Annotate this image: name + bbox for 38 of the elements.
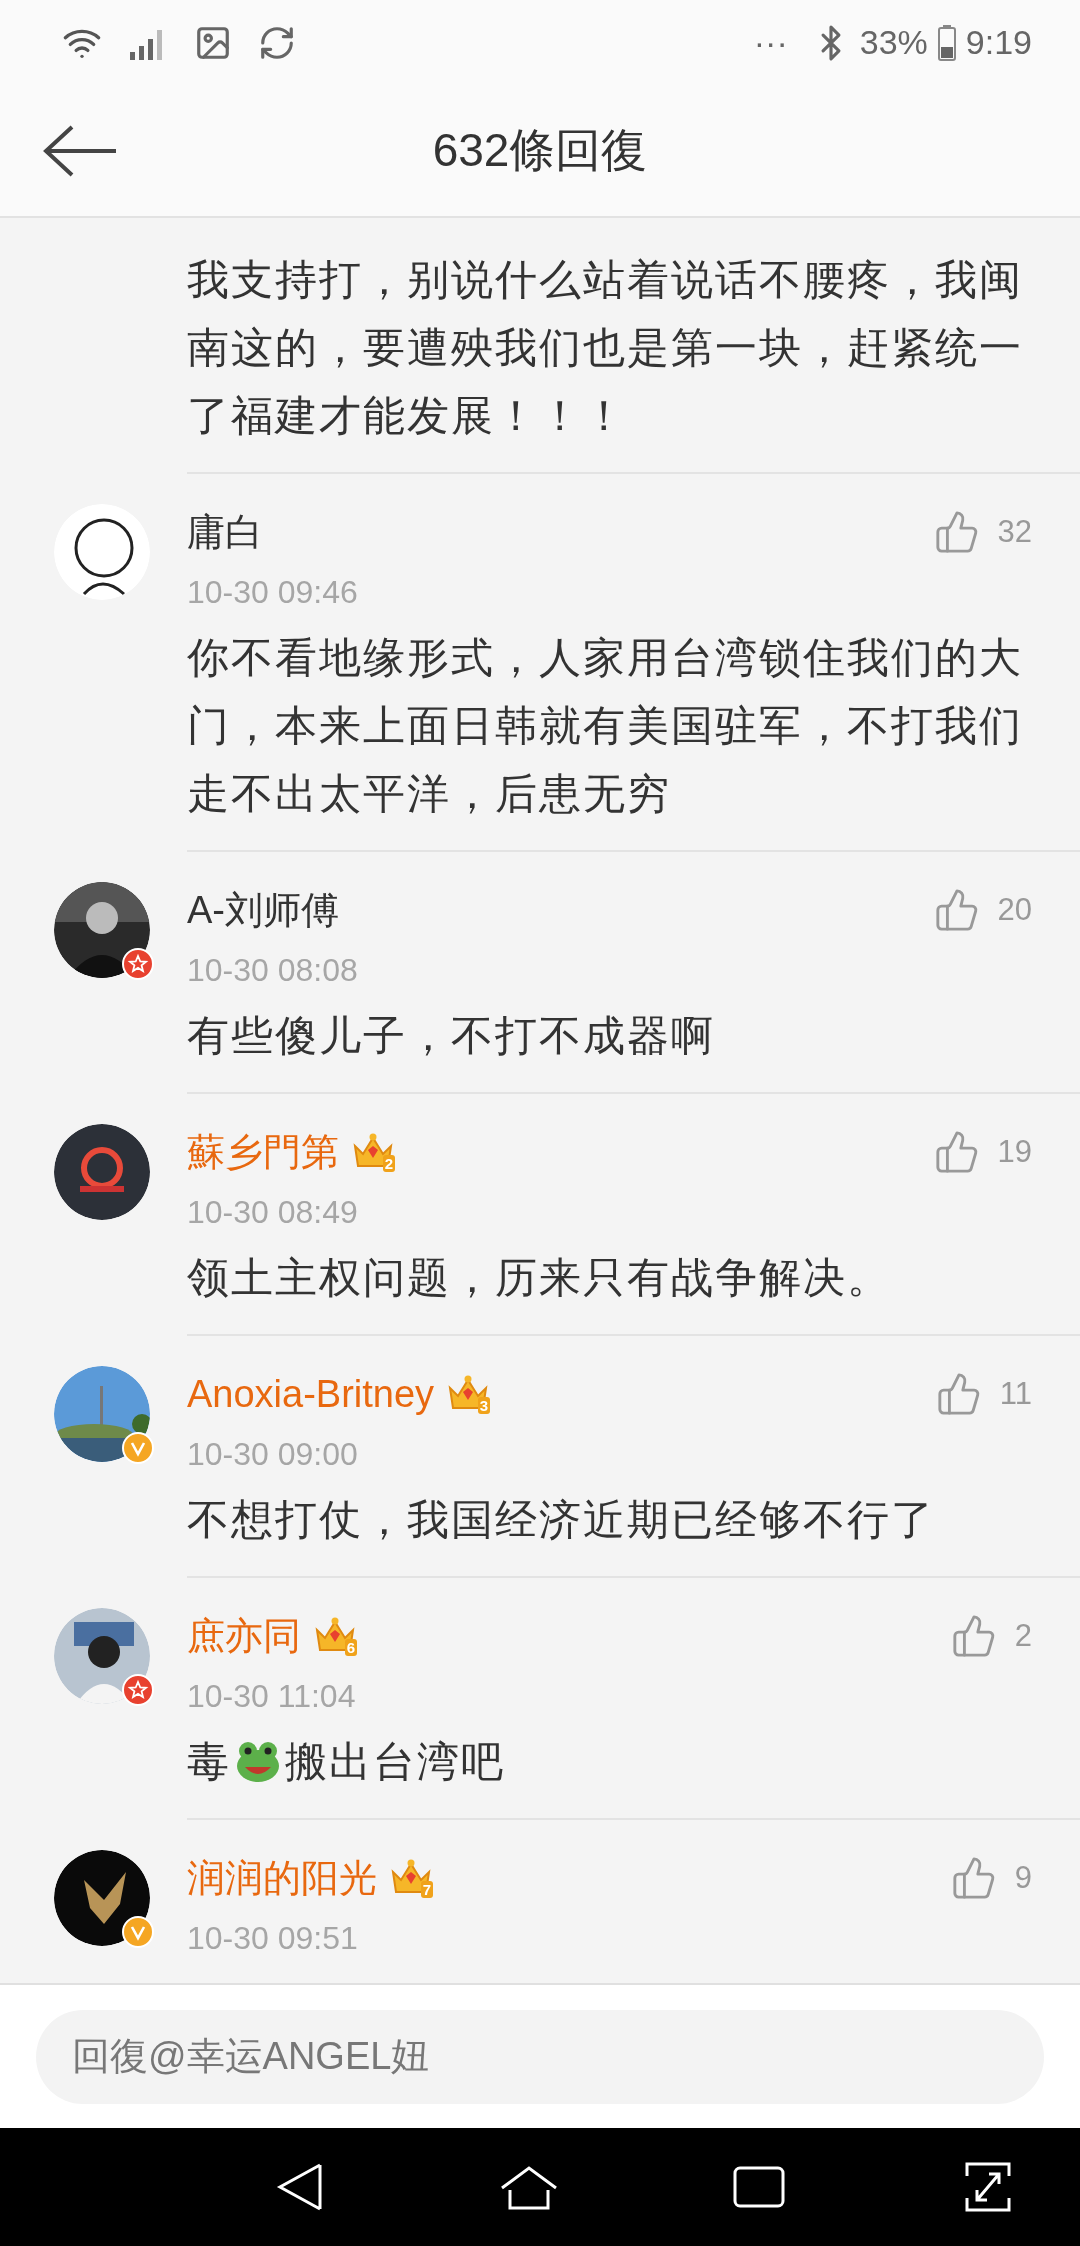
user-name[interactable]: 蘇乡門第 (187, 1126, 339, 1178)
like-button[interactable]: 32 (933, 509, 1032, 555)
more-indicator: ··· (753, 23, 788, 62)
page-title: 632條回復 (431, 122, 649, 178)
battery-icon (937, 24, 956, 61)
comment-time: 10-30 09:51 (187, 1919, 359, 1958)
user-name[interactable]: 庶亦同 (187, 1610, 301, 1662)
like-button[interactable]: 20 (933, 887, 1032, 933)
comment-time: 10-30 11:04 (187, 1677, 357, 1716)
thumbs-up-icon (933, 1129, 980, 1175)
comment-text: 你不看地缘形式，人家用台湾锁住我们的大门，本来上面日韩就有美国驻军，不打我们走不出太平洋，后患无穷 (187, 633, 1024, 819)
comment-time: 10-30 09:46 (187, 573, 359, 612)
comment-text: 不想打仗，我国经济近期已经够不行了 (187, 1495, 936, 1545)
clock: 9:19 (965, 23, 1032, 62)
frog-icon (235, 1739, 281, 1785)
comment-text: 毒 (187, 1737, 231, 1787)
thumbs-up-icon (933, 509, 980, 555)
thumbs-up-icon (935, 1371, 982, 1417)
reply-field[interactable]: 回復@幸运ANGEL妞 (36, 2009, 1044, 2104)
user-name[interactable]: 润润的阳光 (187, 1852, 377, 1904)
like-button[interactable]: 11 (935, 1371, 1032, 1417)
user-name[interactable]: Anoxia-Britney (187, 1372, 435, 1416)
comment-text: 搬出台湾吧 (285, 1737, 505, 1787)
comment-time: 10-30 09:00 (187, 1435, 359, 1474)
like-button[interactable]: 19 (933, 1129, 1032, 1175)
thumbs-up-icon (950, 1855, 997, 1901)
comment-text: 有些傻儿子，不打不成器啊 (187, 1011, 716, 1061)
like-button[interactable]: 2 (950, 1613, 1032, 1659)
comment-time: 10-30 08:49 (187, 1193, 359, 1232)
user-name[interactable]: A-刘师傅 (187, 884, 339, 936)
comment-time: 10-30 08:08 (187, 951, 359, 990)
like-button[interactable]: 9 (950, 1855, 1032, 1901)
thumbs-up-icon (933, 887, 980, 933)
user-name[interactable]: 庸白 (187, 506, 263, 558)
comment-text: 领土主权问题，历来只有战争解决。 (187, 1253, 892, 1303)
battery-percentage: 33% (859, 23, 928, 62)
thumbs-up-icon (950, 1613, 997, 1659)
comment-text: 我支持打，别说什么站着说话不腰疼，我闽南这的，要遭殃我们也是第一块，赶紧统一了福建才能发展！！！ (187, 255, 1024, 441)
